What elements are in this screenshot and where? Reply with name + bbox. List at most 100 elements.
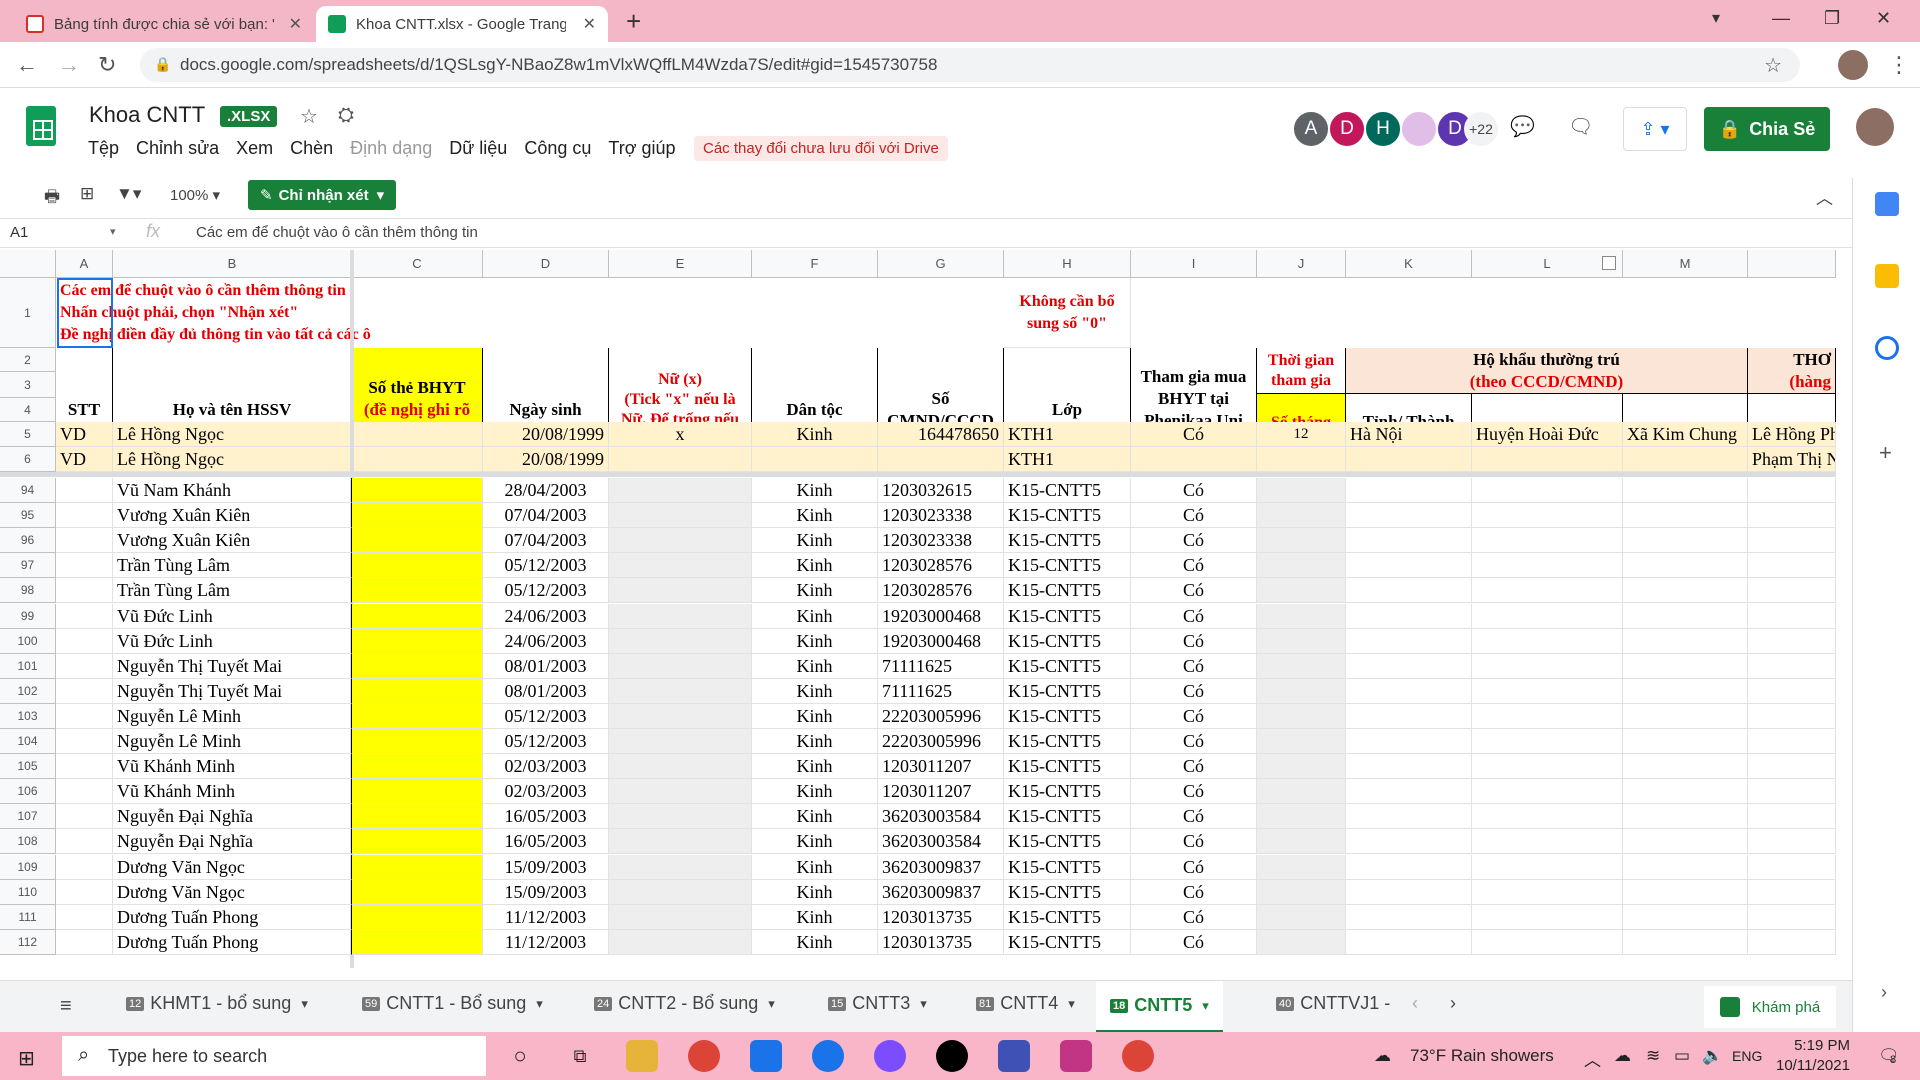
cell-province[interactable] (1346, 553, 1472, 578)
cell-stt[interactable] (56, 855, 113, 880)
sheet-tab-cntt5[interactable]: 18 CNTT5 ▾ (1096, 981, 1223, 1033)
cell-stt[interactable] (56, 528, 113, 553)
cell-bhyt[interactable] (352, 553, 483, 578)
all-sheets-icon[interactable]: ≡ (60, 995, 72, 1018)
cell-bhyt[interactable] (352, 629, 483, 654)
cell-dob[interactable]: 07/04/2003 (483, 528, 609, 553)
cell-female[interactable] (609, 804, 752, 829)
cell-class[interactable]: K15-CNTT5 (1004, 729, 1131, 754)
cell-class[interactable]: K15-CNTT5 (1004, 629, 1131, 654)
tasks-icon[interactable] (1875, 336, 1899, 360)
filter-dropdown-icon[interactable] (1602, 256, 1616, 270)
battery-icon[interactable]: ▭ (1674, 1046, 1690, 1066)
cell-ward[interactable] (1623, 704, 1748, 729)
cell-name[interactable]: Vũ Nam Khánh (113, 478, 352, 503)
cell-ward[interactable] (1623, 855, 1748, 880)
cell-stt[interactable] (56, 578, 113, 603)
row-header[interactable]: 99 (0, 604, 56, 629)
cell-id[interactable]: 19203000468 (878, 604, 1004, 629)
row-header[interactable]: 107 (0, 804, 56, 829)
cell-ward[interactable] (1623, 553, 1748, 578)
cell-stt[interactable] (56, 478, 113, 503)
cell-months[interactable] (1257, 754, 1346, 779)
cell-next[interactable] (1748, 578, 1836, 603)
cell-stt[interactable] (56, 553, 113, 578)
cell-months[interactable] (1257, 528, 1346, 553)
cell-district[interactable] (1472, 629, 1623, 654)
cell-months[interactable] (1257, 629, 1346, 654)
cell-class[interactable]: K15-CNTT5 (1004, 478, 1131, 503)
cell-name[interactable]: Vũ Khánh Minh (113, 779, 352, 804)
cell-female[interactable] (609, 679, 752, 704)
chevron-down-icon[interactable]: ▾ (1068, 996, 1075, 1012)
cell-id[interactable]: 19203000468 (878, 629, 1004, 654)
cell-next[interactable] (1748, 855, 1836, 880)
scroll-right-icon[interactable]: › (1450, 993, 1456, 1014)
cell-bhyt-uni[interactable]: Có (1131, 704, 1257, 729)
cell-name[interactable]: Dương Văn Ngọc (113, 880, 352, 905)
cell-dob[interactable]: 20/08/1999 (483, 422, 609, 447)
url-input[interactable]: 🔒 docs.google.com/spreadsheets/d/1QSLsgY… (140, 48, 1800, 82)
cell-ward[interactable] (1623, 754, 1748, 779)
cell-female[interactable] (609, 729, 752, 754)
chevron-down-icon[interactable]: ▾ (920, 996, 927, 1012)
cell-id[interactable]: 22203005996 (878, 729, 1004, 754)
close-tab-icon[interactable]: ✕ (289, 14, 302, 34)
cell-province[interactable] (1346, 654, 1472, 679)
cell-bhyt[interactable] (352, 704, 483, 729)
cell-province[interactable]: Hà Nội (1346, 422, 1472, 447)
cell-months[interactable] (1257, 478, 1346, 503)
cell-district[interactable] (1472, 553, 1623, 578)
cell-dob[interactable]: 24/06/2003 (483, 629, 609, 654)
sheet-tab-khmt1-b-sung[interactable]: 12 KHMT1 - bổ sung ▾ (126, 993, 308, 1014)
menu-data[interactable]: Dữ liệu (449, 138, 507, 159)
column-header[interactable]: C (352, 250, 483, 278)
cell-id[interactable]: 36203009837 (878, 880, 1004, 905)
cell-district[interactable] (1472, 779, 1623, 804)
cell-name[interactable]: Lê Hồng Ngọc (113, 422, 352, 447)
cell-female[interactable] (609, 654, 752, 679)
tiktok-icon[interactable] (936, 1040, 968, 1072)
file-explorer-icon[interactable] (626, 1040, 658, 1072)
cell-stt[interactable] (56, 704, 113, 729)
cell-bhyt[interactable] (352, 930, 483, 955)
mode-select-button[interactable]: ✎ Chỉ nhận xét ▾ (248, 180, 397, 210)
back-icon[interactable]: ← (16, 52, 38, 78)
add-comment-icon[interactable]: ⊞ (80, 184, 94, 204)
cell-id[interactable] (878, 447, 1004, 472)
cell-district[interactable] (1472, 478, 1623, 503)
cell-ward[interactable] (1623, 447, 1748, 472)
cell-district[interactable] (1472, 704, 1623, 729)
zalo-icon[interactable] (998, 1040, 1030, 1072)
filter-icon[interactable]: ▼▾ (116, 184, 141, 204)
cell-district[interactable] (1472, 503, 1623, 528)
cell-bhyt[interactable] (352, 422, 483, 447)
chevron-down-icon[interactable]: ▾ (301, 996, 308, 1012)
row-header[interactable]: 101 (0, 654, 56, 679)
app-icon[interactable] (812, 1040, 844, 1072)
chat-icon[interactable]: 💬 (1510, 114, 1535, 139)
cell-id[interactable]: 71111625 (878, 679, 1004, 704)
cell-months[interactable] (1257, 503, 1346, 528)
column-header[interactable]: M (1623, 250, 1748, 278)
document-title[interactable]: Khoa CNTT (89, 102, 205, 128)
cell-next[interactable] (1748, 804, 1836, 829)
cell-class[interactable]: K15-CNTT5 (1004, 930, 1131, 955)
cell-id[interactable]: 1203011207 (878, 754, 1004, 779)
cell-bhyt-uni[interactable] (1131, 447, 1257, 472)
cell-ethnic[interactable]: Kinh (752, 905, 878, 930)
row-header[interactable]: 96 (0, 528, 56, 553)
sheet-tab-cntt3[interactable]: 15 CNTT3 ▾ (828, 993, 927, 1014)
menu-insert[interactable]: Chèn (290, 138, 333, 159)
new-tab-button[interactable]: + (626, 6, 641, 37)
cell-bhyt-uni[interactable]: Có (1131, 654, 1257, 679)
notification-icon[interactable]: 🗨 (1878, 1046, 1900, 1066)
cell-province[interactable] (1346, 754, 1472, 779)
cell-province[interactable] (1346, 779, 1472, 804)
cell-bhyt[interactable] (352, 779, 483, 804)
cell-bhyt[interactable] (352, 679, 483, 704)
cell-dob[interactable]: 08/01/2003 (483, 654, 609, 679)
cell-stt[interactable] (56, 654, 113, 679)
column-header[interactable]: J (1257, 250, 1346, 278)
collaborator-avatar[interactable]: A (1292, 110, 1330, 148)
